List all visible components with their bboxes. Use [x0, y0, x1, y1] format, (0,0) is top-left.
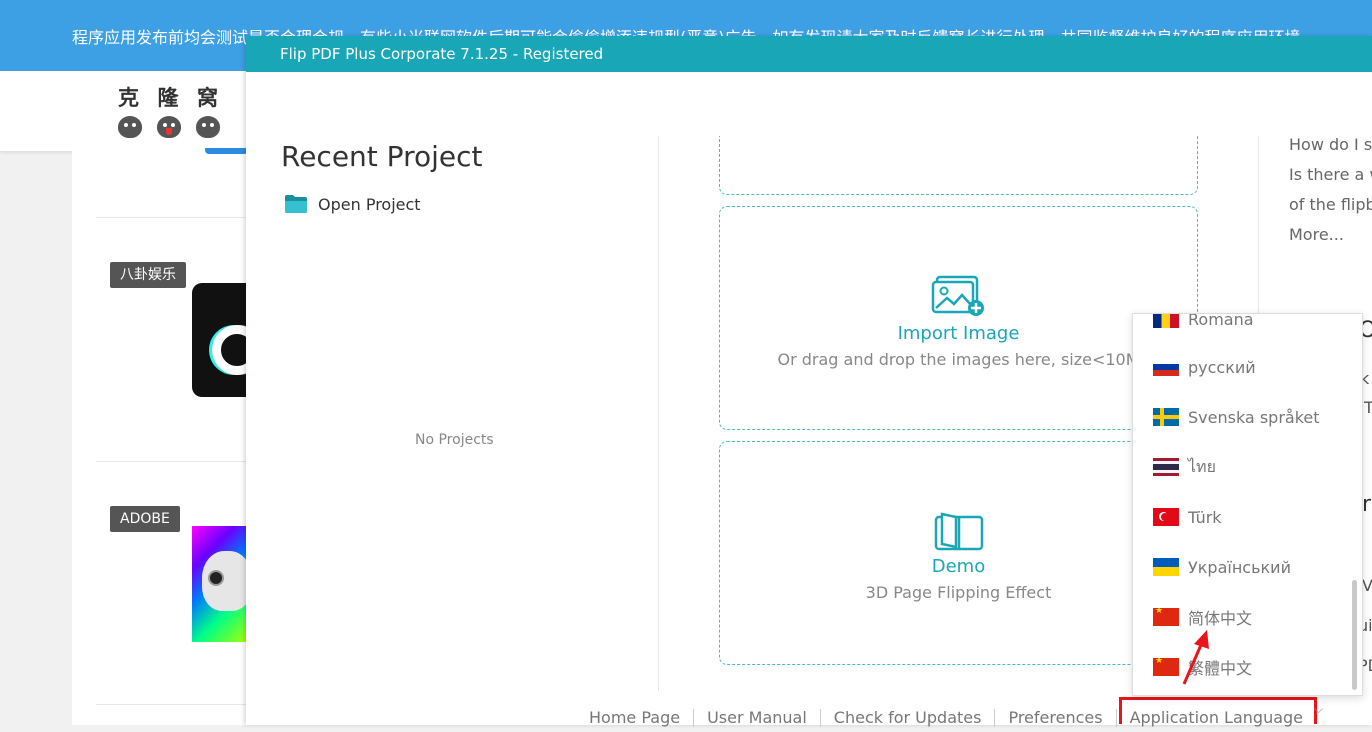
ukraine-flag-icon [1153, 558, 1179, 576]
demo-title: Demo [931, 556, 986, 577]
logo-face-icon [157, 116, 181, 138]
language-highlight-box [1119, 697, 1317, 724]
divider [96, 217, 248, 218]
logo-char: 窝 [197, 85, 218, 110]
open-project-button[interactable]: Open Project [284, 194, 421, 214]
faq-item[interactable]: How do I s [1289, 130, 1372, 160]
language-name: Український [1188, 557, 1291, 577]
red-arrow-annotation [1182, 630, 1209, 685]
language-name: 简体中文 [1188, 609, 1253, 628]
language-option[interactable]: 简体中文 [1133, 592, 1351, 642]
russia-flag-icon [1153, 358, 1179, 376]
category-tag[interactable]: ADOBE [110, 506, 180, 532]
recent-project-heading: Recent Project [281, 140, 483, 173]
import-image-card[interactable]: Import Image Or drag and drop the images… [719, 206, 1198, 430]
divider [96, 704, 248, 705]
import-image-subtitle: Or drag and drop the images here, size<1… [777, 350, 1140, 369]
faq-item[interactable]: of the flipb [1289, 190, 1372, 220]
nav-check-updates[interactable]: Check for Updates [821, 709, 996, 727]
language-option[interactable]: русский [1133, 342, 1351, 392]
demo-card[interactable]: Demo 3D Page Flipping Effect [719, 441, 1198, 665]
import-pdf-card[interactable] [719, 136, 1198, 195]
thailand-flag-icon [1153, 458, 1179, 476]
language-option[interactable]: Український [1133, 542, 1351, 592]
edge-text: T [1364, 398, 1372, 417]
language-name: ไทย [1188, 456, 1216, 476]
language-option[interactable]: Türk [1133, 492, 1351, 542]
language-scrollbar-thumb[interactable] [1352, 580, 1357, 690]
language-option[interactable]: Svenska språket [1133, 392, 1351, 442]
faq-panel: How do I s Is there a w of the flipb Mor… [1289, 130, 1372, 250]
romania-flag-icon [1153, 314, 1179, 328]
book-icon [934, 512, 983, 551]
language-option[interactable]: ไทย [1133, 442, 1351, 492]
edge-text: V [1362, 576, 1372, 595]
faq-more-link[interactable]: More... [1289, 220, 1372, 250]
language-name: Türk [1188, 507, 1222, 527]
sweden-flag-icon [1153, 408, 1179, 426]
divider [96, 461, 248, 462]
title-bar: Flip PDF Plus Corporate 7.1.25 - Registe… [246, 36, 1372, 72]
turkey-flag-icon [1153, 508, 1179, 526]
logo-face-icon [118, 116, 142, 138]
china-flag-icon [1153, 658, 1179, 676]
import-image-title: Import Image [897, 323, 1020, 344]
china-flag-icon [1153, 608, 1179, 626]
tiktok-app-thumbnail[interactable] [192, 283, 248, 397]
folder-icon [285, 195, 307, 213]
language-menu: Romana русский Svenska språket ไทย Türk … [1132, 313, 1363, 696]
language-option[interactable]: 繁體中文 [1133, 642, 1351, 692]
open-project-label: Open Project [318, 194, 421, 214]
language-name: русский [1188, 357, 1256, 377]
language-name: Romana [1188, 313, 1254, 329]
logo-char: 克 [118, 85, 139, 110]
site-logo[interactable]: 克 隆 窝 [118, 82, 222, 138]
column-divider [1258, 136, 1259, 336]
language-option[interactable]: Romana [1133, 313, 1351, 344]
faq-item[interactable]: Is there a w [1289, 160, 1372, 190]
no-projects-text: No Projects [415, 432, 494, 448]
logo-face-icon [196, 116, 220, 138]
image-add-icon [931, 275, 984, 316]
site-button-edge[interactable] [205, 148, 248, 154]
adobe-app-thumbnail[interactable] [192, 526, 248, 642]
window-title: Flip PDF Plus Corporate 7.1.25 - Registe… [280, 45, 604, 63]
category-tag[interactable]: 八卦娱乐 [110, 262, 186, 288]
demo-subtitle: 3D Page Flipping Effect [865, 583, 1052, 602]
language-name: Svenska språket [1188, 407, 1320, 427]
nav-preferences[interactable]: Preferences [995, 709, 1117, 727]
chevron-down-icon[interactable]: ⌵ [1314, 702, 1323, 717]
logo-char: 隆 [157, 85, 179, 110]
edge-text: r [1362, 492, 1372, 517]
column-divider [658, 136, 659, 691]
nav-user-manual[interactable]: User Manual [694, 709, 821, 727]
nav-home-page[interactable]: Home Page [576, 709, 695, 727]
